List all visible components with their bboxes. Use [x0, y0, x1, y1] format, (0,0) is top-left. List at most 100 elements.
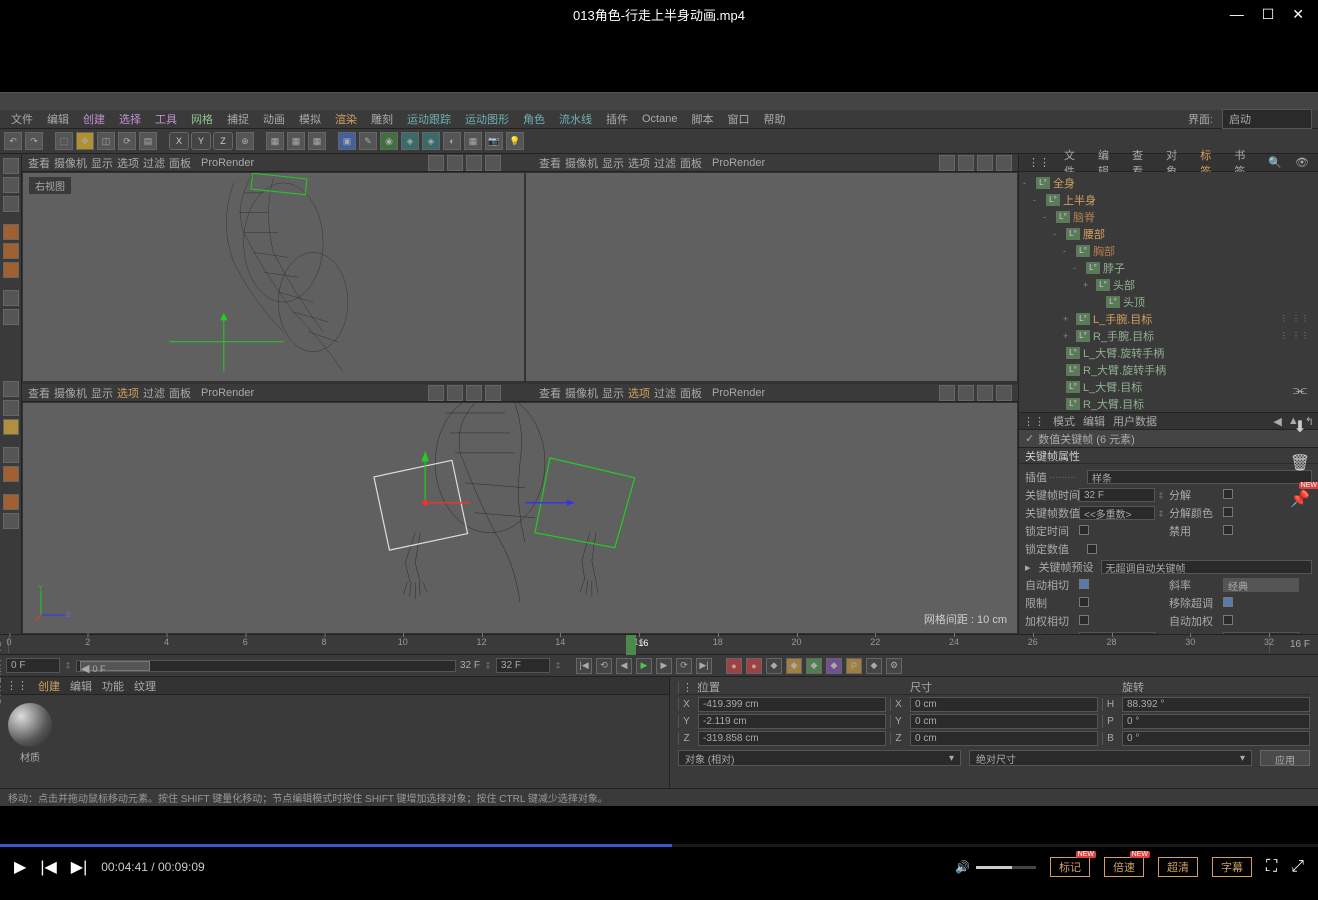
menu-track[interactable]: 运动跟踪: [402, 111, 456, 127]
viewport-menubar-bottom[interactable]: 查看 摄像机 显示 选项 过滤 面板 ProRender 查看 摄像机 显示 选…: [22, 384, 1018, 402]
mat-tab-edit[interactable]: 编辑: [70, 678, 92, 694]
keyparam-icon[interactable]: P: [846, 658, 862, 674]
player-next-icon[interactable]: ▶|: [71, 857, 87, 877]
keyscale-icon[interactable]: ◆: [806, 658, 822, 674]
app-menubar[interactable]: 文件 编辑 创建 选择 工具 网格 捕捉 动画 模拟 渲染 雕刻 运动跟踪 运动…: [0, 110, 1318, 128]
viewport-tr[interactable]: [525, 172, 1018, 382]
slope-dropdown[interactable]: 经典: [1223, 578, 1299, 592]
attributes-tabs[interactable]: ⋮⋮ 模式 编辑 用户数据 ◀▲↰: [1019, 412, 1318, 430]
menu-pipe[interactable]: 流水线: [554, 111, 597, 127]
vp-camera3[interactable]: 摄像机: [54, 385, 87, 401]
snap-settings-icon[interactable]: [3, 400, 19, 416]
axis-mode-icon[interactable]: [3, 196, 19, 212]
undo-icon[interactable]: ↶: [4, 132, 22, 150]
misc-icon[interactable]: [3, 513, 19, 529]
vp-navb5-icon[interactable]: [939, 385, 955, 401]
menu-edit[interactable]: 编辑: [42, 111, 74, 127]
nurbs-icon[interactable]: ◉: [380, 132, 398, 150]
env-icon[interactable]: ◐: [443, 132, 461, 150]
poly-mode-icon[interactable]: [3, 262, 19, 278]
coord-field[interactable]: 0 °: [1122, 731, 1310, 746]
menu-file[interactable]: 文件: [6, 111, 38, 127]
menu-select[interactable]: 选择: [114, 111, 146, 127]
range-start-field[interactable]: 0 F: [6, 658, 60, 673]
vp-navb2-icon[interactable]: [447, 385, 463, 401]
workplane-icon[interactable]: [3, 309, 19, 325]
player-speed-button[interactable]: 倍速: [1104, 857, 1144, 877]
player-prev-icon[interactable]: |◀: [40, 857, 56, 877]
range-slider[interactable]: ◀ 0 F: [76, 660, 456, 672]
current-frame-field[interactable]: 32 F: [496, 658, 550, 673]
vp-panel4[interactable]: 面板: [680, 385, 702, 401]
vp-nav3-icon[interactable]: [466, 155, 482, 171]
lock-z-icon[interactable]: Z: [213, 132, 233, 150]
vp-filter4[interactable]: 过滤: [654, 385, 676, 401]
rotate-icon[interactable]: ⟳: [118, 132, 136, 150]
recent-icon[interactable]: ▤: [139, 132, 157, 150]
hierarchy-row[interactable]: L°头顶: [1019, 293, 1318, 310]
volume-icon[interactable]: 🔊: [955, 860, 970, 874]
share-icon[interactable]: ⫘: [1289, 380, 1311, 402]
vp-nav4-icon[interactable]: [485, 155, 501, 171]
attr-tab-userdata[interactable]: 用户数据: [1113, 413, 1157, 429]
next-frame-icon[interactable]: ▶: [656, 658, 672, 674]
vp-nav7-icon[interactable]: [977, 155, 993, 171]
vp-nav2-icon[interactable]: [447, 155, 463, 171]
object-hierarchy[interactable]: -L°全身-L°上半身-L°脑脊-L°腰部-L°胸部-L°脖子+L°头部L°头顶…: [1019, 172, 1318, 412]
delete-icon[interactable]: 🗑: [1289, 452, 1311, 474]
goto-end-icon[interactable]: ▶|: [696, 658, 712, 674]
hierarchy-row[interactable]: +L°L_手腕.目标⋮ ⋮⋮: [1019, 310, 1318, 327]
pin-icon[interactable]: 📌: [1289, 488, 1311, 510]
keyopt-icon[interactable]: ⚙: [886, 658, 902, 674]
keyrot-icon[interactable]: ◆: [826, 658, 842, 674]
menu-render[interactable]: 渲染: [330, 111, 362, 127]
menu-mograph[interactable]: 运动图形: [460, 111, 514, 127]
hierarchy-row[interactable]: +L°R_手腕.目标⋮ ⋮⋮: [1019, 327, 1318, 344]
vp-panel3[interactable]: 面板: [169, 385, 191, 401]
menu-char[interactable]: 角色: [518, 111, 550, 127]
mat-tab-create[interactable]: 创建: [38, 678, 60, 694]
world-icon[interactable]: ⊕: [236, 132, 254, 150]
render-icon[interactable]: ▦: [266, 132, 284, 150]
tweak-icon[interactable]: [3, 494, 19, 510]
vp-options4[interactable]: 选项: [628, 385, 650, 401]
viewport-menubar-top[interactable]: 查看 摄像机 显示 选项 过滤 面板 ProRender 查看 摄像机 显示 选…: [22, 154, 1018, 172]
keypos-icon[interactable]: ◆: [786, 658, 802, 674]
vp-filter3[interactable]: 过滤: [143, 385, 165, 401]
player-subtitle-button[interactable]: 字幕: [1212, 857, 1252, 877]
viewport-persp[interactable]: YZ 网格间距 : 10 cm: [22, 402, 1018, 634]
mat-tab-func[interactable]: 功能: [102, 678, 124, 694]
hierarchy-row[interactable]: L°R_大臂.旋转手柄: [1019, 361, 1318, 378]
prev-frame-icon[interactable]: ◀: [616, 658, 632, 674]
vp-navb7-icon[interactable]: [977, 385, 993, 401]
vp-prorender3[interactable]: ProRender: [201, 387, 254, 399]
vp-prorender4[interactable]: ProRender: [712, 387, 765, 399]
snap3-icon[interactable]: [3, 419, 19, 435]
coord-field[interactable]: 0 cm: [910, 714, 1098, 729]
player-mark-button[interactable]: 标记: [1050, 857, 1090, 877]
keytime-field[interactable]: 32 F: [1079, 488, 1155, 502]
keyval-field[interactable]: <<多重数>: [1079, 506, 1155, 520]
hierarchy-row[interactable]: L°L_大臂.旋转手柄: [1019, 344, 1318, 361]
menu-anim[interactable]: 动画: [258, 111, 290, 127]
vp-view2[interactable]: 查看: [539, 155, 561, 171]
vp-filter[interactable]: 过滤: [143, 155, 165, 171]
menu-octane[interactable]: Octane: [637, 113, 682, 125]
coord-size-dropdown[interactable]: 绝对尺寸▾: [969, 750, 1252, 766]
goto-start-icon[interactable]: |◀: [576, 658, 592, 674]
hierarchy-row[interactable]: +L°头部: [1019, 276, 1318, 293]
interp-dropdown[interactable]: 样条: [1087, 470, 1312, 484]
minimize-icon[interactable]: —: [1230, 6, 1244, 23]
menu-tools[interactable]: 工具: [150, 111, 182, 127]
vp-prorender2[interactable]: ProRender: [712, 157, 765, 169]
vp-view[interactable]: 查看: [28, 155, 50, 171]
menu-sim[interactable]: 模拟: [294, 111, 326, 127]
soft-sel-icon[interactable]: [3, 466, 19, 482]
coord-field[interactable]: -419.399 cm: [698, 697, 886, 712]
next-key-icon[interactable]: ⟳: [676, 658, 692, 674]
vp-nav6-icon[interactable]: [958, 155, 974, 171]
redo-icon[interactable]: ↷: [25, 132, 43, 150]
lock-x-icon[interactable]: X: [169, 132, 189, 150]
cube-icon[interactable]: ▣: [338, 132, 356, 150]
vp-navb4-icon[interactable]: [485, 385, 501, 401]
